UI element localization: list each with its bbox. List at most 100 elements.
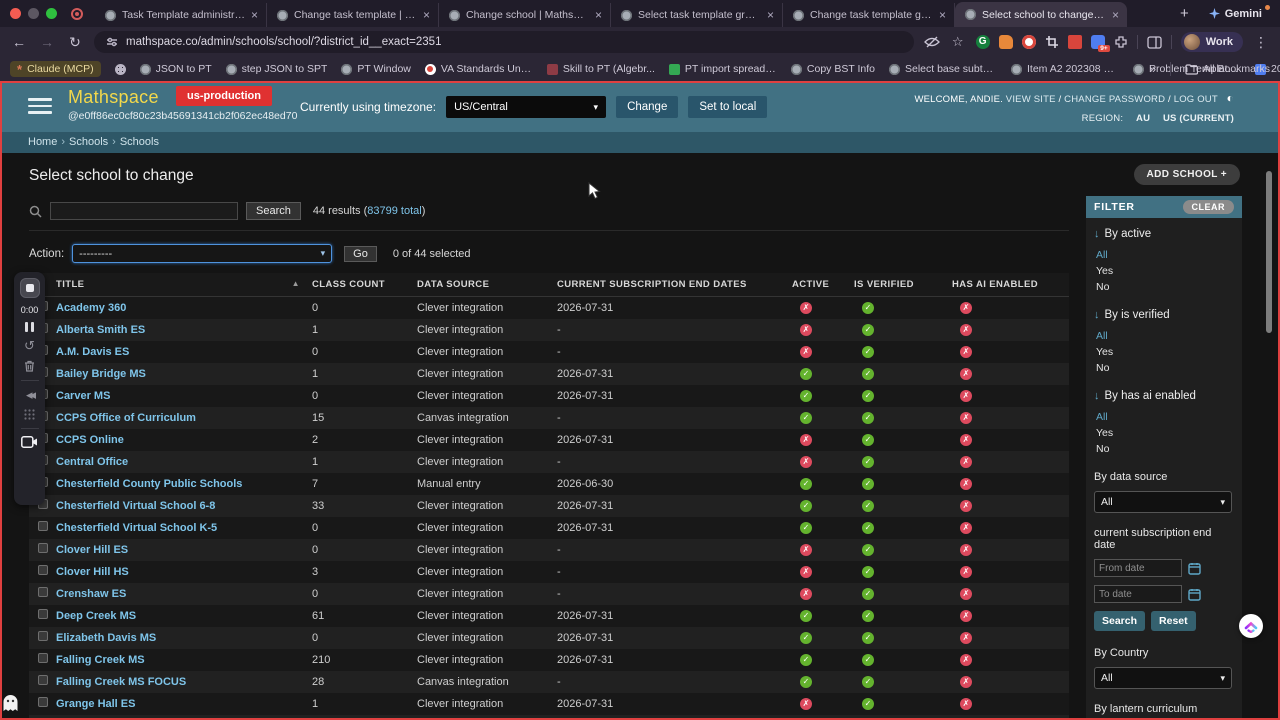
filter-option-no[interactable]: No xyxy=(1094,279,1232,295)
row-checkbox[interactable] xyxy=(38,653,48,663)
school-title-link[interactable]: Elizabeth Davis MS xyxy=(56,632,156,644)
tab-close-icon[interactable]: × xyxy=(595,8,602,22)
grammarly-extension-icon[interactable]: G xyxy=(975,35,990,49)
school-title-link[interactable]: CCPS Online xyxy=(56,434,124,446)
gemini-button[interactable]: Gemini xyxy=(1199,4,1272,23)
tab-close-icon[interactable]: × xyxy=(251,8,258,22)
log-out-link[interactable]: LOG OUT xyxy=(1174,94,1218,105)
hamburger-menu-icon[interactable] xyxy=(28,98,52,118)
fullscreen-window-button[interactable] xyxy=(46,8,57,19)
new-tab-button[interactable]: + xyxy=(1170,5,1199,22)
bookmark-item[interactable]: * Claude (MCP) xyxy=(10,61,101,77)
column-header-is-verified[interactable]: IS VERIFIED xyxy=(854,273,952,297)
change-timezone-button[interactable]: Change xyxy=(616,96,679,118)
hide-eye-icon[interactable] xyxy=(923,35,940,49)
tab-close-icon[interactable]: × xyxy=(423,8,430,22)
collapse-arrow-icon[interactable]: ↓ xyxy=(1094,390,1100,402)
column-header-title[interactable]: TITLE ▲ xyxy=(56,273,312,297)
browser-tab[interactable]: Change school | Mathspace s × xyxy=(439,3,611,27)
go-button[interactable]: Go xyxy=(344,245,377,262)
school-title-link[interactable]: Academy 360 xyxy=(56,302,126,314)
filter-option-yes[interactable]: Yes xyxy=(1094,344,1232,360)
school-title-link[interactable]: Grange Hall ES xyxy=(56,698,135,710)
row-checkbox[interactable] xyxy=(38,521,48,531)
filter-date-reset-button[interactable]: Reset xyxy=(1151,611,1196,631)
collapse-arrow-icon[interactable]: ↓ xyxy=(1094,309,1100,321)
row-checkbox[interactable] xyxy=(38,631,48,641)
filter-option-all[interactable]: All xyxy=(1094,247,1232,263)
column-header-end-dates[interactable]: CURRENT SUBSCRIPTION END DATES xyxy=(557,273,792,297)
row-checkbox[interactable] xyxy=(38,675,48,685)
page-scrollbar[interactable] xyxy=(1266,171,1272,333)
red-circle-extension-icon[interactable] xyxy=(1021,35,1036,49)
search-button[interactable]: Search xyxy=(246,202,301,220)
minimize-window-button[interactable] xyxy=(28,8,39,19)
school-title-link[interactable]: Crenshaw ES xyxy=(56,588,126,600)
row-checkbox[interactable] xyxy=(38,565,48,575)
pause-recording-button[interactable] xyxy=(25,322,34,332)
stop-recording-button[interactable] xyxy=(19,278,40,298)
tab-close-icon[interactable]: × xyxy=(939,8,946,22)
bookmark-item[interactable] xyxy=(114,63,126,75)
school-title-link[interactable]: Chesterfield Virtual School K-5 xyxy=(56,522,217,534)
school-title-link[interactable]: Bailey Bridge MS xyxy=(56,368,146,380)
set-to-local-button[interactable]: Set to local xyxy=(688,96,768,118)
add-school-button[interactable]: ADD SCHOOL + xyxy=(1133,164,1240,185)
school-title-link[interactable]: Chesterfield County Public Schools xyxy=(56,478,242,490)
filter-date-search-button[interactable]: Search xyxy=(1094,611,1146,631)
data-source-select[interactable]: All ▾ xyxy=(1094,491,1232,513)
filter-option-all[interactable]: All xyxy=(1094,328,1232,344)
all-bookmarks-button[interactable]: All Bookmarks xyxy=(1185,63,1270,75)
browser-tab[interactable]: Change task template | Math × xyxy=(267,3,439,27)
school-title-link[interactable]: Deep Creek MS xyxy=(56,610,136,622)
school-title-link[interactable]: CCPS Office of Curriculum xyxy=(56,412,196,424)
tab-close-icon[interactable]: × xyxy=(1112,8,1119,22)
side-panel-icon[interactable] xyxy=(1147,35,1162,49)
school-title-link[interactable]: Carver MS xyxy=(56,390,110,402)
bookmark-item[interactable]: PT import spreads... xyxy=(668,63,777,75)
clear-filters-button[interactable]: CLEAR xyxy=(1182,200,1234,214)
browser-tab[interactable]: Select school to change | Mat × xyxy=(955,2,1127,27)
bookmark-item[interactable]: VA Standards Unp... xyxy=(424,63,533,75)
bookmark-item[interactable]: JSON to PT xyxy=(139,63,212,75)
recording-indicator-icon[interactable] xyxy=(71,7,83,20)
column-header-class-count[interactable]: CLASS COUNT xyxy=(312,273,417,297)
bookmark-item[interactable]: Select base subto... xyxy=(888,63,997,75)
effects-grid-icon[interactable] xyxy=(23,408,36,421)
ghost-icon[interactable] xyxy=(2,693,19,713)
calendar-icon[interactable] xyxy=(1188,562,1201,575)
timezone-select[interactable]: US/Central ▾ xyxy=(446,96,607,118)
restart-recording-icon[interactable]: ↺ xyxy=(24,339,35,352)
browser-tab[interactable]: Task Template administration × xyxy=(95,3,267,27)
bookmark-item[interactable]: Item A2 202308 B... xyxy=(1010,63,1119,75)
browser-tab[interactable]: Select task template group to × xyxy=(611,3,783,27)
from-date-input[interactable] xyxy=(1094,559,1182,577)
back-button[interactable]: ← xyxy=(10,34,28,50)
breadcrumb-home-link[interactable]: Home xyxy=(28,136,57,148)
delete-recording-icon[interactable] xyxy=(23,359,36,373)
change-password-link[interactable]: CHANGE PASSWORD xyxy=(1064,94,1165,105)
filter-option-yes[interactable]: Yes xyxy=(1094,263,1232,279)
breadcrumb-schools-link[interactable]: Schools xyxy=(69,136,108,148)
school-title-link[interactable]: Falling Creek MS xyxy=(56,654,145,666)
tab-close-icon[interactable]: × xyxy=(767,8,774,22)
bookmark-item[interactable]: Copy BST Info xyxy=(790,63,875,75)
close-window-button[interactable] xyxy=(10,8,21,19)
column-header-has-ai-enabled[interactable]: HAS AI ENABLED xyxy=(952,273,1069,297)
bookmark-item[interactable]: PT Window xyxy=(341,63,411,75)
rewind-icon[interactable]: ◂◂ xyxy=(26,388,36,401)
show-all-link[interactable]: 83799 total xyxy=(367,205,421,217)
school-title-link[interactable]: A.M. Davis ES xyxy=(56,346,129,358)
school-title-link[interactable]: Chesterfield Virtual School 6-8 xyxy=(56,500,215,512)
school-title-link[interactable]: Clover Hill ES xyxy=(56,544,128,556)
country-select[interactable]: All ▾ xyxy=(1094,667,1232,689)
filter-option-no[interactable]: No xyxy=(1094,441,1232,457)
calendar-icon[interactable] xyxy=(1188,588,1201,601)
bookmarks-overflow-chevron[interactable]: » xyxy=(1149,62,1156,76)
row-checkbox[interactable] xyxy=(38,609,48,619)
school-title-link[interactable]: Alberta Smith ES xyxy=(56,324,145,336)
browser-menu-icon[interactable]: ⋮ xyxy=(1252,34,1270,51)
view-site-link[interactable]: VIEW SITE xyxy=(1006,94,1056,105)
region-au-link[interactable]: AU xyxy=(1136,113,1150,124)
column-header-active[interactable]: ACTIVE xyxy=(792,273,854,297)
